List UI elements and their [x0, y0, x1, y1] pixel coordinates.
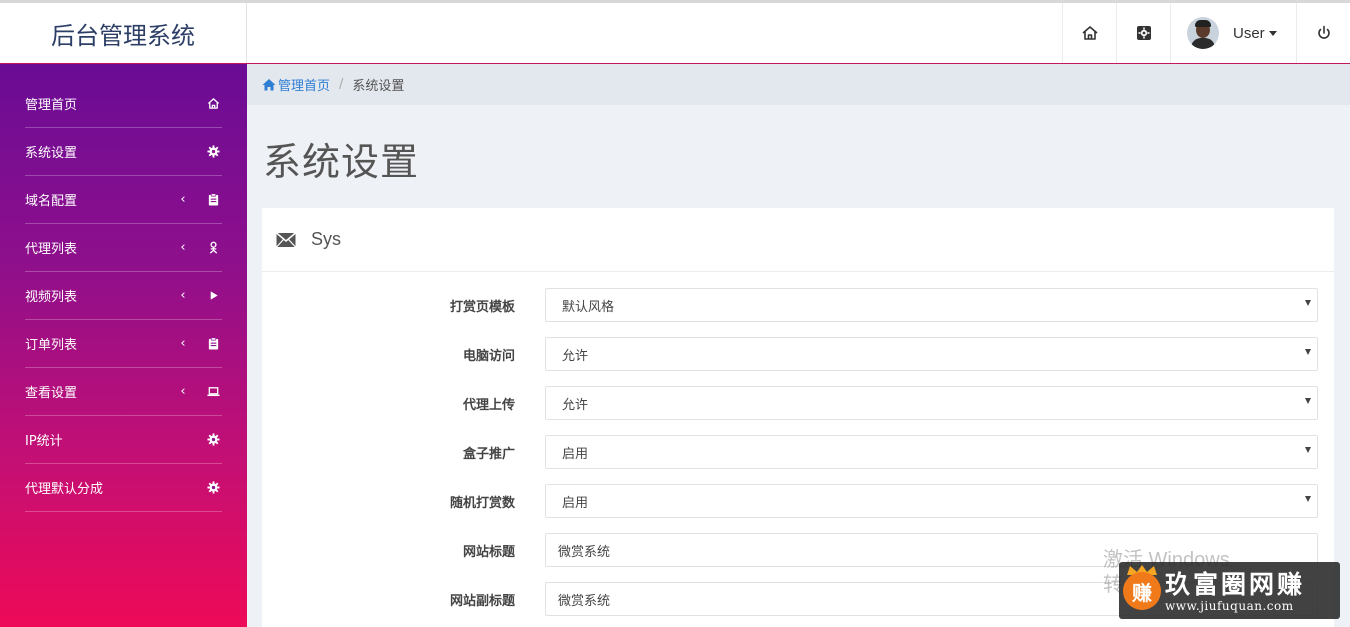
- top-right-toolbar: User: [1062, 3, 1350, 63]
- select-value: 允许: [562, 348, 589, 364]
- logout-button[interactable]: [1296, 3, 1350, 63]
- chevron-left-icon[interactable]: ‹: [178, 336, 188, 351]
- form-label: 网站副标题: [449, 594, 515, 609]
- select-value: 启用: [562, 446, 589, 462]
- site-logo-watermark: 赚 玖富圈网赚 www.jiufuquan.com: [1119, 562, 1340, 619]
- laptop-icon: [206, 385, 220, 399]
- sidebar-item[interactable]: 订单列表 ‹: [25, 320, 222, 368]
- form-row: 随机打赏数 启用: [262, 484, 1334, 518]
- sidebar-item-label: 管理首页: [25, 98, 78, 113]
- form-row: 代理上传 允许: [262, 386, 1334, 420]
- select-field[interactable]: 启用: [545, 484, 1318, 518]
- gear-icon: [206, 145, 220, 159]
- dropdown-arrow-icon: [1305, 447, 1311, 453]
- logo-text: 玖富圈网赚: [1165, 570, 1306, 599]
- chevron-left-icon[interactable]: ‹: [178, 288, 188, 303]
- sidebar: 管理首页系统设置域名配置 ‹ 代理列表 ‹ 视频列表 ‹ 订单列表 ‹ 查看设置 ‹ IP统计代理默…: [0, 64, 247, 627]
- breadcrumb-home-label: 管理首页: [278, 79, 331, 94]
- sidebar-item-label: 代理列表: [25, 242, 78, 257]
- breadcrumb-current: 系统设置: [352, 79, 405, 94]
- sidebar-item-label: IP统计: [25, 434, 63, 449]
- input-value: 微赏系统: [558, 544, 611, 560]
- dropdown-arrow-icon: [1305, 300, 1311, 306]
- gear-icon: [206, 481, 220, 495]
- clipboard-icon: [206, 337, 220, 351]
- home-icon: [262, 79, 276, 91]
- logo-badge: 赚: [1123, 572, 1161, 610]
- breadcrumb: 管理首页 / 系统设置: [247, 64, 1350, 105]
- breadcrumb-separator: /: [339, 77, 344, 92]
- top-navbar: 后台管理系统 User: [0, 0, 1350, 64]
- sidebar-item-label: 订单列表: [25, 338, 78, 353]
- sidebar-item[interactable]: 代理默认分成: [25, 464, 222, 512]
- settings-icon: [1136, 26, 1151, 40]
- clipboard-icon: [206, 193, 220, 207]
- select-value: 默认风格: [562, 299, 615, 315]
- sidebar-item[interactable]: IP统计: [25, 416, 222, 464]
- gear-icon: [206, 433, 220, 447]
- power-icon: [1317, 25, 1330, 39]
- play-icon: [206, 289, 220, 303]
- sidebar-item[interactable]: 视频列表 ‹: [25, 272, 222, 320]
- chevron-left-icon[interactable]: ‹: [178, 384, 188, 399]
- sidebar-item-label: 视频列表: [25, 290, 78, 305]
- breadcrumb-home-link[interactable]: 管理首页: [262, 75, 330, 94]
- dropdown-arrow-icon: [1305, 398, 1311, 404]
- sidebar-item[interactable]: 查看设置 ‹: [25, 368, 222, 416]
- form-label: 盒子推广: [462, 447, 515, 462]
- logo-url: www.jiufuquan.com: [1165, 599, 1294, 613]
- form-label: 打赏页模板: [449, 300, 515, 315]
- sidebar-item[interactable]: 代理列表 ‹: [25, 224, 222, 272]
- sidebar-item-label: 系统设置: [25, 146, 78, 161]
- sidebar-item[interactable]: 系统设置: [25, 128, 222, 176]
- home-icon: [1081, 26, 1098, 40]
- select-value: 允许: [562, 397, 589, 413]
- form-label: 代理上传: [462, 398, 515, 413]
- select-field[interactable]: 默认风格: [545, 288, 1318, 322]
- chevron-left-icon[interactable]: ‹: [178, 192, 188, 207]
- sidebar-item[interactable]: 管理首页: [25, 80, 222, 128]
- panel-title: Sys: [311, 229, 342, 249]
- brand-title[interactable]: 后台管理系统: [0, 3, 247, 63]
- dropdown-arrow-icon: [1305, 496, 1311, 502]
- form-label: 网站标题: [462, 545, 515, 560]
- home-icon: [206, 97, 220, 111]
- dropdown-arrow-icon: [1305, 349, 1311, 355]
- page-title: 系统设置: [263, 140, 420, 184]
- form-row: 电脑访问 允许: [262, 337, 1334, 371]
- form-label: 电脑访问: [462, 349, 515, 364]
- chevron-left-icon[interactable]: ‹: [178, 240, 188, 255]
- caret-down-icon: [1268, 31, 1277, 37]
- user-name: User: [1233, 24, 1265, 42]
- select-field[interactable]: 允许: [545, 386, 1318, 420]
- home-button[interactable]: [1062, 3, 1116, 63]
- sidebar-item-label: 查看设置: [25, 386, 78, 401]
- sidebar-item-label: 域名配置: [25, 194, 78, 209]
- avatar: [1187, 17, 1219, 49]
- select-field[interactable]: 启用: [545, 435, 1318, 469]
- user-menu-button[interactable]: User: [1170, 3, 1296, 63]
- form-label: 随机打赏数: [449, 496, 515, 511]
- sidebar-item-label: 代理默认分成: [25, 482, 104, 497]
- select-value: 启用: [562, 495, 589, 511]
- sidebar-item[interactable]: 域名配置 ‹: [25, 176, 222, 224]
- select-field[interactable]: 允许: [545, 337, 1318, 371]
- form-row: 打赏页模板 默认风格: [262, 288, 1334, 322]
- panel-header: Sys: [262, 208, 1334, 272]
- user-icon: [206, 241, 220, 255]
- input-value: 微赏系统: [558, 593, 611, 609]
- settings-button[interactable]: [1116, 3, 1170, 63]
- envelope-icon: [276, 231, 296, 247]
- form-row: 盒子推广 启用: [262, 435, 1334, 469]
